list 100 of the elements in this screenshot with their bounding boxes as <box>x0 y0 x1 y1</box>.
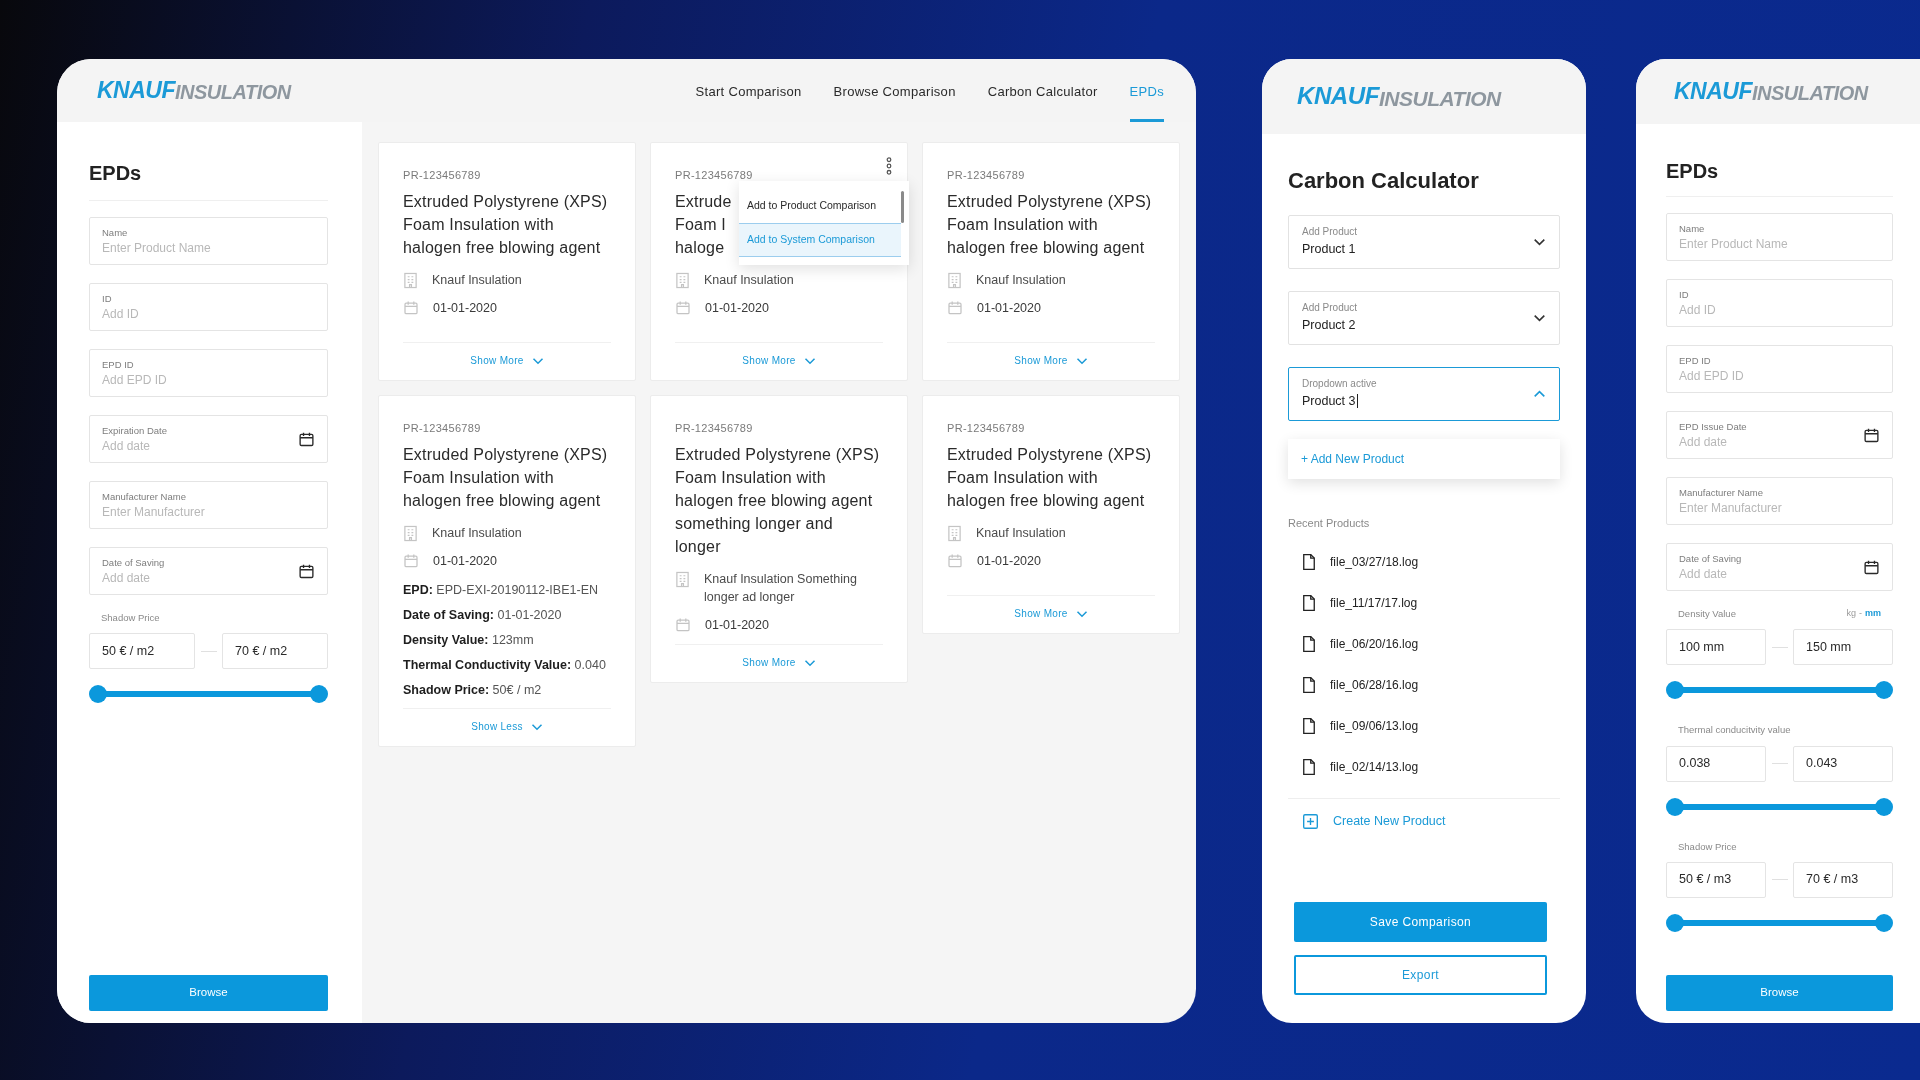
product-id: PR-123456789 <box>675 168 754 183</box>
sidebar-title: EPDs <box>89 158 328 201</box>
slider-handle[interactable] <box>1666 797 1684 816</box>
slider-handle[interactable] <box>1666 681 1684 700</box>
unit-toggle[interactable]: kg <box>1846 607 1856 621</box>
recent-file-item[interactable]: file_11/17/17.log <box>1288 582 1560 624</box>
placeholder-text: Enter Product Name <box>102 239 212 257</box>
nav-tab[interactable]: Start Comparison <box>695 59 802 122</box>
slider-handle[interactable] <box>1666 913 1684 932</box>
detail-text: Density Value: 123mm <box>403 632 535 649</box>
product-id: PR-123456789 <box>675 421 754 436</box>
product-date: 01-01-2020 <box>705 616 769 634</box>
save-button[interactable]: Save Comparison <box>1294 902 1547 942</box>
placeholder-text: Enter Product Name <box>1679 235 1789 253</box>
input-field[interactable]: Manufacturer Name Enter Manufacturer <box>89 481 328 529</box>
calendar-icon <box>403 552 419 569</box>
export-button[interactable]: Export <box>1294 955 1547 995</box>
add-product-link[interactable]: + Add New Product <box>1301 450 1405 468</box>
product-title: Extruded Polystyrene (XPS) Foam Insulation with halogen free blowing agent <box>947 444 1152 511</box>
range-slider[interactable] <box>1666 913 1893 932</box>
chevron-down-icon <box>531 356 544 365</box>
input-field[interactable]: Manufacturer Name Enter Manufacturer <box>1666 477 1893 525</box>
field-label: Date of Saving <box>102 555 166 569</box>
product-date: 01-01-2020 <box>705 299 769 317</box>
product-title: Extrude Foam I haloge <box>675 191 732 258</box>
date-field[interactable]: Expiration Date Add date <box>89 415 328 463</box>
date-field[interactable]: Date of Saving Add date <box>1666 543 1893 591</box>
product-title: Extruded Polystyrene (XPS) Foam Insulation with halogen free blowing agent <box>403 191 608 258</box>
browse-button[interactable]: Browse <box>1666 975 1893 1011</box>
slider-handle[interactable] <box>89 685 107 704</box>
building-icon <box>403 271 418 289</box>
input-field[interactable]: Name Enter Product Name <box>89 217 328 265</box>
file-icon <box>1302 553 1316 571</box>
range-min-field[interactable]: 50 € / m3 <box>1666 861 1766 898</box>
slider-handle[interactable] <box>1875 681 1893 700</box>
calendar-icon <box>675 616 691 633</box>
recent-file-item[interactable]: file_06/28/16.log <box>1288 664 1560 706</box>
range-min-field[interactable]: 0.038 <box>1666 745 1766 782</box>
date-field[interactable]: EPD Issue Date Add date <box>1666 411 1893 459</box>
input-field[interactable]: EPD ID Add EPD ID <box>89 349 328 397</box>
browse-button[interactable]: Browse <box>89 975 328 1011</box>
recent-file-item[interactable]: file_03/27/18.log <box>1288 541 1560 583</box>
product-title: Extruded Polystyrene (XPS) Foam Insulation with halogen free blowing agent <box>947 191 1152 258</box>
dropdown[interactable]: Add Product Product 1 <box>1288 215 1560 269</box>
show-more-toggle[interactable]: Show More <box>1014 606 1088 621</box>
field-label: Name <box>102 225 129 239</box>
chevron-down-icon <box>803 356 816 365</box>
range-min-field[interactable]: 100 mm <box>1666 629 1766 666</box>
range-label: Density Value <box>1678 607 1736 621</box>
menu-item[interactable]: Add to System Comparison <box>739 223 901 257</box>
nav-tab[interactable]: EPDs <box>1129 59 1164 122</box>
unit-toggle[interactable]: mm <box>1865 607 1881 621</box>
menu-item[interactable]: Add to Product Comparison <box>739 189 901 223</box>
range-max-field[interactable]: 0.043 <box>1793 745 1893 782</box>
range-max-field[interactable]: 70 € / m3 <box>1793 861 1893 898</box>
placeholder-text: Add EPD ID <box>102 371 168 389</box>
file-icon <box>1302 758 1316 776</box>
detail-text: Date of Saving: 01-01-2020 <box>403 607 563 624</box>
dropdown-label: Add Product <box>1302 225 1359 239</box>
nav-tab[interactable]: Browse Comparison <box>833 59 956 122</box>
chevron-down-icon <box>530 722 543 731</box>
detail-text: Shadow Price: 50€ / m2 <box>403 682 543 699</box>
range-min-field[interactable]: 50 € / m2 <box>89 633 195 670</box>
show-more-toggle[interactable]: Show More <box>1014 353 1088 368</box>
show-more-toggle[interactable]: Show More <box>470 353 544 368</box>
recent-file-item[interactable]: file_02/14/13.log <box>1288 746 1560 788</box>
range-slider[interactable] <box>1666 681 1893 700</box>
product-title: Extruded Polystyrene (XPS) Foam Insulation with halogen free blowing agent something longer and longer <box>675 444 880 557</box>
placeholder-text: Add ID <box>1679 301 1717 319</box>
recent-file-item[interactable]: file_09/06/13.log <box>1288 705 1560 747</box>
placeholder-text: Enter Manufacturer <box>102 503 206 521</box>
range-slider[interactable] <box>89 685 328 704</box>
input-field[interactable]: EPD ID Add EPD ID <box>1666 345 1893 393</box>
slider-handle[interactable] <box>310 685 328 704</box>
placeholder-text: Add EPD ID <box>1679 367 1745 385</box>
recent-file-item[interactable]: file_06/20/16.log <box>1288 623 1560 665</box>
input-field[interactable]: Name Enter Product Name <box>1666 213 1893 261</box>
range-max-field[interactable]: 150 mm <box>1793 629 1893 666</box>
dropdown[interactable]: Add Product Product 2 <box>1288 291 1560 345</box>
calendar-icon <box>675 299 691 316</box>
dropdown[interactable]: Dropdown active Product 3 <box>1288 367 1560 421</box>
field-label: ID <box>1679 287 1690 301</box>
create-product-link[interactable]: Create New Product <box>1288 798 1560 845</box>
range-slider[interactable] <box>1666 797 1893 816</box>
show-more-toggle[interactable]: Show Less <box>471 719 543 735</box>
show-more-toggle[interactable]: Show More <box>742 353 816 368</box>
slider-handle[interactable] <box>1875 797 1893 816</box>
nav-tab[interactable]: Carbon Calculator <box>987 59 1098 122</box>
date-field[interactable]: Date of Saving Add date <box>89 547 328 595</box>
show-more-toggle[interactable]: Show More <box>742 655 816 671</box>
building-icon <box>675 570 690 588</box>
range-max-field[interactable]: 70 € / m2 <box>222 633 328 670</box>
product-date: 01-01-2020 <box>433 299 497 317</box>
slider-handle[interactable] <box>1875 913 1893 932</box>
dropdown-value: Product 1 <box>1302 241 1356 258</box>
chevron-down-icon <box>1533 238 1546 246</box>
input-field[interactable]: ID Add ID <box>89 283 328 331</box>
input-field[interactable]: ID Add ID <box>1666 279 1893 327</box>
more-options-button[interactable] <box>885 157 893 175</box>
calendar-icon <box>298 562 315 580</box>
